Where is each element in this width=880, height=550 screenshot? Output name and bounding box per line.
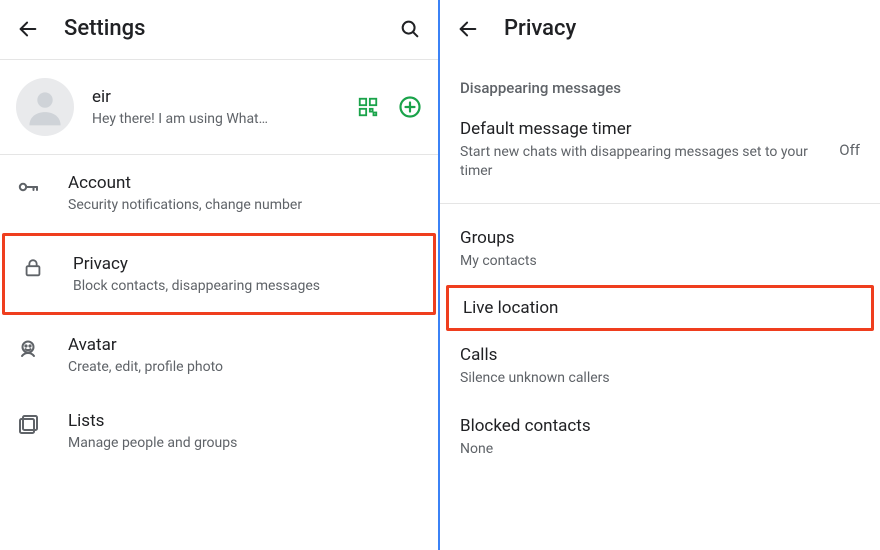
avatar <box>16 78 74 136</box>
plus-circle-icon <box>398 95 422 119</box>
profile-info: eir Hey there! I am using What… <box>92 87 348 127</box>
item-title: Groups <box>460 228 860 248</box>
privacy-item-live-location[interactable]: Live location <box>446 285 874 331</box>
key-icon <box>16 175 40 199</box>
divider <box>440 203 880 204</box>
add-button[interactable] <box>398 95 422 119</box>
settings-item-avatar[interactable]: Avatar Create, edit, profile photo <box>0 317 438 393</box>
privacy-item-blocked-contacts[interactable]: Blocked contacts None <box>440 402 880 473</box>
privacy-item-calls[interactable]: Calls Silence unknown callers <box>440 331 880 402</box>
page-title: Privacy <box>504 16 576 41</box>
profile-name: eir <box>92 87 348 107</box>
settings-header: Settings <box>0 0 438 59</box>
item-sub: Manage people and groups <box>68 435 422 451</box>
privacy-item-groups[interactable]: Groups My contacts <box>440 214 880 285</box>
search-icon <box>399 18 421 40</box>
profile-row[interactable]: eir Hey there! I am using What… <box>0 60 438 154</box>
item-value: Off <box>839 141 860 159</box>
settings-item-lists[interactable]: Lists Manage people and groups <box>0 393 438 469</box>
arrow-left-icon <box>17 18 39 40</box>
person-icon <box>23 85 67 129</box>
privacy-item-default-timer[interactable]: Default message timer Start new chats wi… <box>440 105 880 195</box>
section-heading-disappearing: Disappearing messages <box>440 59 880 105</box>
back-button[interactable] <box>16 17 40 41</box>
item-title: Lists <box>68 411 422 431</box>
settings-item-privacy[interactable]: Privacy Block contacts, disappearing mes… <box>2 233 436 315</box>
privacy-header: Privacy <box>440 0 880 59</box>
settings-item-account[interactable]: Account Security notifications, change n… <box>0 155 438 231</box>
arrow-left-icon <box>457 18 479 40</box>
page-title: Settings <box>64 16 145 41</box>
avatar-icon <box>16 337 40 361</box>
item-sub: My contacts <box>460 252 860 271</box>
profile-status: Hey there! I am using What… <box>92 111 348 127</box>
item-title: Avatar <box>68 335 422 355</box>
qr-button[interactable] <box>356 95 380 119</box>
item-sub: Start new chats with disappearing messag… <box>460 143 827 181</box>
profile-actions <box>356 95 422 119</box>
item-title: Calls <box>460 345 860 365</box>
item-title: Privacy <box>73 254 417 274</box>
item-sub: Security notifications, change number <box>68 197 422 213</box>
item-title: Live location <box>463 298 857 318</box>
back-button[interactable] <box>456 17 480 41</box>
qr-icon <box>357 96 379 118</box>
item-sub: None <box>460 440 860 459</box>
lock-icon <box>21 256 45 280</box>
item-sub: Silence unknown callers <box>460 369 860 388</box>
item-title: Default message timer <box>460 119 827 139</box>
item-title: Account <box>68 173 422 193</box>
search-button[interactable] <box>398 17 422 41</box>
item-sub: Block contacts, disappearing messages <box>73 278 417 294</box>
settings-screen: Settings eir Hey there! I am using What… <box>0 0 440 550</box>
item-title: Blocked contacts <box>460 416 860 436</box>
lists-icon <box>16 413 40 437</box>
privacy-screen: Privacy Disappearing messages Default me… <box>440 0 880 550</box>
item-sub: Create, edit, profile photo <box>68 359 422 375</box>
